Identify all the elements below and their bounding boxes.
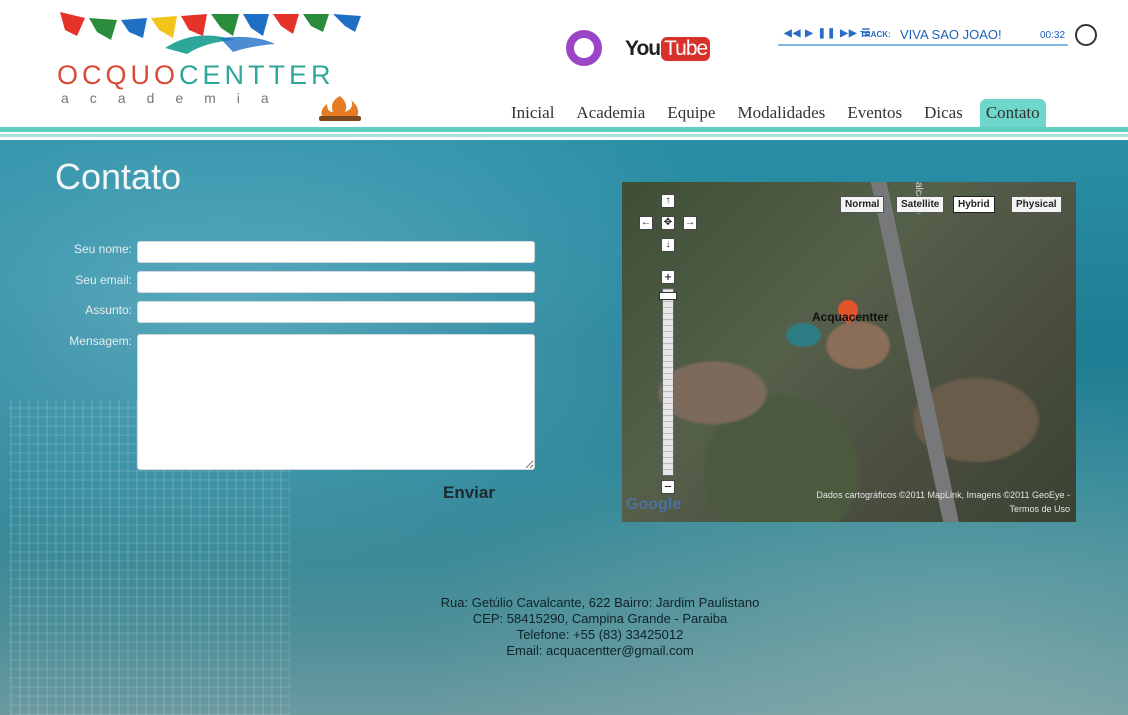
email-label: Seu email: <box>75 273 132 287</box>
nav-item-eventos[interactable]: Eventos <box>836 103 913 128</box>
map-type-hybrid-button[interactable]: Hybrid <box>953 196 995 213</box>
logo-wordmark: OCQUOCENTTER <box>57 60 335 90</box>
youtube-you: You <box>625 37 661 60</box>
pan-left-icon[interactable]: ← <box>639 216 653 230</box>
logo-subtitle: academia <box>61 90 290 106</box>
zoom-out-icon[interactable]: − <box>661 480 675 494</box>
name-field[interactable] <box>137 241 535 263</box>
google-logo[interactable]: Google <box>626 496 681 514</box>
zoom-in-icon[interactable]: + <box>661 270 675 284</box>
youtube-icon[interactable]: You Tube <box>625 34 711 64</box>
festa-junina-flags-icon <box>60 12 361 54</box>
map-attribution: Dados cartográficos ©2011 MapLink, Image… <box>710 488 1070 516</box>
subject-field[interactable] <box>137 301 535 323</box>
send-button[interactable]: Enviar <box>443 483 495 503</box>
main-nav: Inicial Academia Equipe Modalidades Even… <box>500 96 1046 128</box>
map[interactable]: alcante Normal Satellite Hybrid Physical… <box>622 182 1076 522</box>
page-title: Contato <box>55 156 182 197</box>
map-type-normal-button[interactable]: Normal <box>840 196 885 213</box>
nav-item-dicas[interactable]: Dicas <box>913 103 974 128</box>
map-type-satellite-button[interactable]: Satellite <box>896 196 945 213</box>
message-field[interactable] <box>137 334 535 470</box>
nav-item-academia[interactable]: Academia <box>565 103 656 128</box>
nav-item-equipe[interactable]: Equipe <box>656 103 726 128</box>
email-field[interactable] <box>137 271 535 293</box>
address-email: Email: acquacentter@gmail.com <box>506 643 694 658</box>
track-name: VIVA SAO JOAO! <box>900 27 1002 42</box>
header: OCQUOCENTTER academia You Tube ◀◀ ▶ ❚❚ ▶▶… <box>0 0 1128 130</box>
zoom-slider[interactable] <box>662 288 674 476</box>
orkut-icon[interactable] <box>566 30 602 66</box>
address-block: Rua: Getúlio Cavalcante, 622 Bairro: Jar… <box>390 595 810 659</box>
volume-knob[interactable] <box>1075 24 1097 46</box>
track-label: TRACK: <box>860 30 891 39</box>
name-label: Seu nome: <box>73 242 132 256</box>
zoom-slider-thumb[interactable] <box>659 292 677 300</box>
nav-item-contato[interactable]: Contato <box>979 99 1046 128</box>
subject-label: Assunto: <box>85 303 132 317</box>
map-attribution-text: Dados cartográficos ©2011 MapLink, Image… <box>816 490 1070 500</box>
address-street: Rua: Getúlio Cavalcante, 622 Bairro: Jar… <box>440 595 760 610</box>
address-cep: CEP: 58415290, Campina Grande - Paraiba <box>472 611 728 626</box>
track-time: 00:32 <box>1040 30 1066 41</box>
main-content: Contato Seu nome: Seu email: Assunto: Me… <box>0 140 1128 715</box>
pan-up-icon[interactable]: ↑ <box>661 194 675 208</box>
logo[interactable]: OCQUOCENTTER academia <box>55 8 385 126</box>
map-marker-label: Acquacentter <box>812 310 889 324</box>
nav-item-modalidades[interactable]: Modalidades <box>726 103 836 128</box>
bonfire-icon <box>319 96 361 121</box>
address-phone: Telefone: +55 (83) 33425012 <box>516 627 684 642</box>
youtube-tube: Tube <box>661 37 711 61</box>
map-type-physical-button[interactable]: Physical <box>1011 196 1062 213</box>
pan-center-icon[interactable]: ✥ <box>661 216 675 230</box>
header-divider <box>0 127 1128 132</box>
message-label: Mensagem: <box>69 334 132 348</box>
pan-right-icon[interactable]: → <box>683 216 697 230</box>
player-progress-line <box>778 44 1068 46</box>
map-terms-link[interactable]: Termos de Uso <box>710 502 1070 516</box>
player-controls[interactable]: ◀◀ ▶ ❚❚ ▶▶ ☰ <box>784 28 871 39</box>
pan-down-icon[interactable]: ↓ <box>661 238 675 252</box>
header-divider-light <box>0 134 1128 137</box>
nav-item-inicial[interactable]: Inicial <box>500 103 565 128</box>
page: OCQUOCENTTER academia You Tube ◀◀ ▶ ❚❚ ▶▶… <box>0 0 1128 715</box>
music-player: ◀◀ ▶ ❚❚ ▶▶ ☰ TRACK: VIVA SAO JOAO! 00:32 <box>770 24 1100 48</box>
